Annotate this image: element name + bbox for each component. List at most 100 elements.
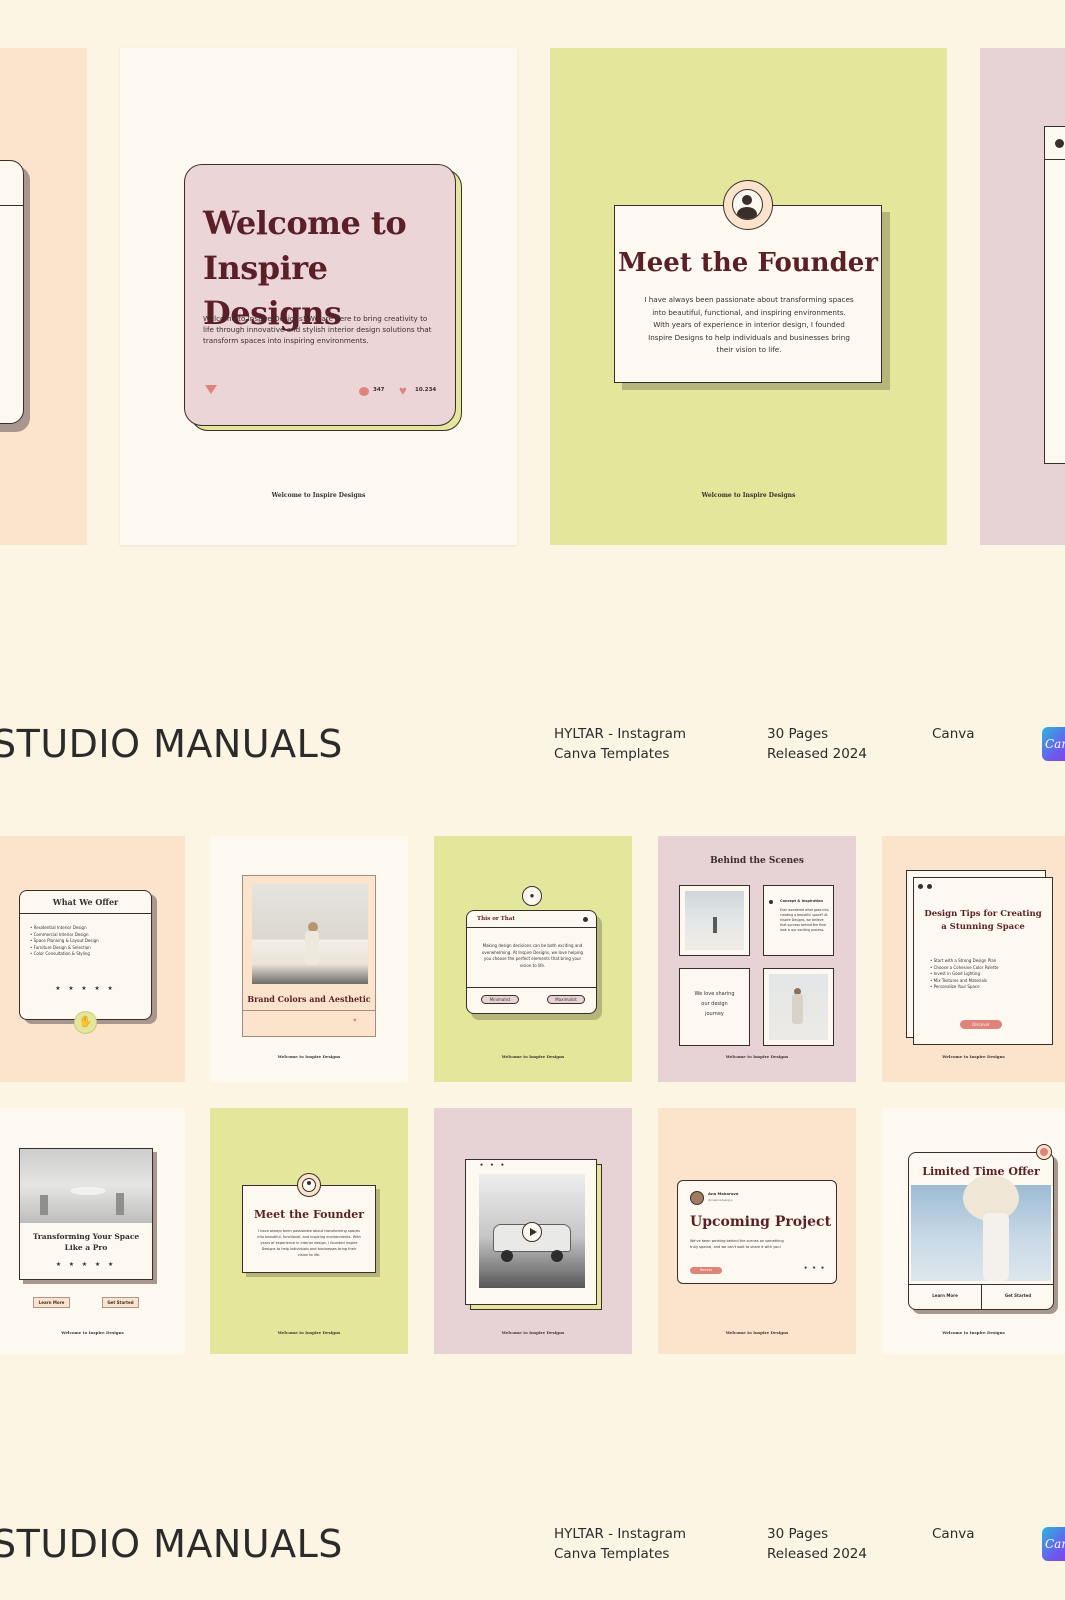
tips-list: • Start with a Strong Design Plan • Choos… xyxy=(930,958,999,991)
woman-on-cliff-photo xyxy=(252,884,368,984)
founder-small-body: I have always been passionate about tran… xyxy=(257,1229,361,1257)
reveal-button[interactable]: Reveal xyxy=(690,1267,722,1274)
hero-card-peach-partial xyxy=(0,48,87,545)
brand-title: Brand Colors and Aesthetic xyxy=(247,994,371,1004)
welcome-title-line1: Welcome to xyxy=(203,204,407,242)
platform: Canva xyxy=(932,1526,975,1542)
hero-card-founder: Meet the Founder I have always been pass… xyxy=(550,48,947,545)
get-started-button[interactable]: Get Started xyxy=(102,1297,139,1308)
behind-quote-frame: We love sharing our design journey xyxy=(679,968,750,1046)
author-handle: @inspiredesigns xyxy=(708,1198,733,1202)
more-icon[interactable]: ● ● ● xyxy=(804,1265,826,1271)
transform-title: Transforming Your Space Like a Pro xyxy=(20,1231,152,1253)
pages-count: 30 Pages xyxy=(767,1526,829,1542)
upcoming-frame: Ana Makarova @inspiredesigns Upcoming Pr… xyxy=(677,1180,837,1284)
list-item: • Personalize Your Space xyxy=(930,984,980,989)
hat-woman-photo xyxy=(911,1175,1051,1281)
offer-stars: ★ ★ ★ ★ ★ xyxy=(55,986,116,992)
brand-name: STUDIO MANUALS xyxy=(0,722,343,766)
release-year: Released 2024 xyxy=(767,746,867,762)
product-line2: Canva Templates xyxy=(554,746,670,762)
comment-count: 347 xyxy=(373,387,385,393)
thumb-founder-small: Meet the Founder I have always been pass… xyxy=(210,1108,408,1354)
thumb-this-or-that: This or That Making design decisions can… xyxy=(434,836,632,1082)
thumbs-up-icon[interactable]: ✋ xyxy=(74,1011,97,1034)
close-icon[interactable] xyxy=(1036,1144,1052,1160)
thumb-transforming: Transforming Your Space Like a Pro ★ ★ ★… xyxy=(0,1108,185,1354)
comment-icon[interactable] xyxy=(359,387,369,396)
partial-browser-frame xyxy=(1044,126,1065,464)
user-icon xyxy=(297,1173,321,1197)
offer-frame: What We Offer • Residential Interior Des… xyxy=(19,890,152,1020)
discover-button[interactable]: Discover xyxy=(960,1020,1002,1029)
bell-icon[interactable]: ● xyxy=(522,886,542,906)
thumb-upcoming: Ana Makarova @inspiredesigns Upcoming Pr… xyxy=(658,1108,856,1354)
thumb-brand-colors: Brand Colors and Aesthetic ♥ Welcome to … xyxy=(210,836,408,1082)
window-dots xyxy=(918,876,932,894)
send-icon[interactable] xyxy=(205,385,217,394)
canva-logo: Canva xyxy=(1042,727,1065,761)
limited-learn-more[interactable]: Learn More xyxy=(909,1293,981,1300)
behind-photo2-frame xyxy=(763,968,834,1046)
tips-title-line2: a Stunning Space xyxy=(941,922,1025,932)
transform-stars: ★ ★ ★ ★ ★ xyxy=(55,1262,117,1268)
founder-small-footer: Welcome to Inspire Designs xyxy=(277,1330,341,1335)
founder-frame: Meet the Founder I have always been pass… xyxy=(614,205,882,383)
thumb-design-tips: Design Tips for Creating a Stunning Spac… xyxy=(882,836,1065,1082)
pages-info: 30 Pages Released 2024 xyxy=(767,1524,867,1564)
behind-side-body: Ever wondered what goes into creating a … xyxy=(780,908,829,932)
limited-frame: Limited Time Offer Learn More Get Starte… xyxy=(908,1152,1054,1310)
list-item: • Space Planning & Layout Design xyxy=(30,938,99,943)
founder-body: I have always been passionate about tran… xyxy=(644,295,854,354)
upcoming-title: Upcoming Project xyxy=(690,1214,832,1230)
upcoming-footer: Welcome to Inspire Designs xyxy=(725,1330,789,1335)
tot-footer: Welcome to Inspire Designs xyxy=(501,1054,565,1059)
window-dots: ● ● ● xyxy=(480,1162,507,1168)
limited-get-started[interactable]: Get Started xyxy=(982,1293,1054,1300)
brand-name: STUDIO MANUALS xyxy=(0,1522,343,1566)
transform-frame: Transforming Your Space Like a Pro ★ ★ ★… xyxy=(19,1148,153,1280)
avatar xyxy=(690,1191,704,1205)
play-icon[interactable] xyxy=(522,1222,542,1242)
product-info: HYLTAR - Instagram Canva Templates xyxy=(554,724,686,764)
minimalist-button[interactable]: Minimalist xyxy=(481,995,519,1004)
behind-side-title: Concept & Inspiration xyxy=(780,899,824,903)
transform-footer: Welcome to Inspire Designs xyxy=(61,1330,124,1335)
video-footer: Welcome to Inspire Designs xyxy=(501,1330,565,1335)
heart-icon[interactable]: ♥ xyxy=(399,384,407,397)
video-frame: ● ● ● xyxy=(465,1159,597,1305)
brand-frame: Brand Colors and Aesthetic ♥ xyxy=(242,875,376,1037)
product-info: HYLTAR - Instagram Canva Templates xyxy=(554,1524,686,1564)
canva-logo: Canva xyxy=(1042,1527,1065,1561)
founder-small-frame: Meet the Founder I have always been pass… xyxy=(242,1185,376,1273)
tot-frame: This or That Making design decisions can… xyxy=(466,910,597,1014)
tips-frame: Design Tips for Creating a Stunning Spac… xyxy=(913,877,1053,1045)
user-icon xyxy=(723,180,773,230)
welcome-frame: Welcome to Inspire Designs Welcome to In… xyxy=(184,164,456,426)
limited-footer: Welcome to Inspire Designs xyxy=(942,1330,1005,1335)
release-year: Released 2024 xyxy=(767,1546,867,1562)
platform: Canva xyxy=(932,726,975,742)
tot-title: This or That xyxy=(477,916,515,922)
founder-small-title: Meet the Founder xyxy=(253,1208,365,1221)
welcome-body: Welcome to Inspire Designs! We are here … xyxy=(203,314,432,346)
maximalist-button[interactable]: Maximalist xyxy=(547,995,585,1004)
tips-title: Design Tips for Creating a Stunning Spac… xyxy=(914,908,1052,934)
list-item: • Start with a Strong Design Plan xyxy=(930,958,997,963)
woman-beach-photo xyxy=(769,974,828,1040)
upcoming-body: We've been working behind the scenes on … xyxy=(690,1239,784,1249)
brand-footer: Welcome to Inspire Designs xyxy=(277,1054,341,1059)
product-line1: HYLTAR - Instagram xyxy=(554,726,687,742)
offer-title: What We Offer xyxy=(52,897,119,907)
hero-card-mauve-partial xyxy=(980,48,1065,545)
behind-text-frame: Concept & Inspiration Ever wondered what… xyxy=(763,885,834,956)
offer-list: • Residential Interior Design • Commercia… xyxy=(30,925,99,958)
list-item: • Color Consultation & Styling xyxy=(30,951,90,956)
welcome-footer: Welcome to Inspire Designs xyxy=(271,492,366,499)
like-count: 10.234 xyxy=(415,387,437,393)
founder-footer: Welcome to Inspire Designs xyxy=(701,492,796,499)
tips-title-line1: Design Tips for Creating xyxy=(924,909,1042,919)
learn-more-button[interactable]: Learn More xyxy=(33,1297,70,1308)
behind-photo-frame xyxy=(679,885,750,956)
thumb-limited-offer: Limited Time Offer Learn More Get Starte… xyxy=(882,1108,1065,1354)
